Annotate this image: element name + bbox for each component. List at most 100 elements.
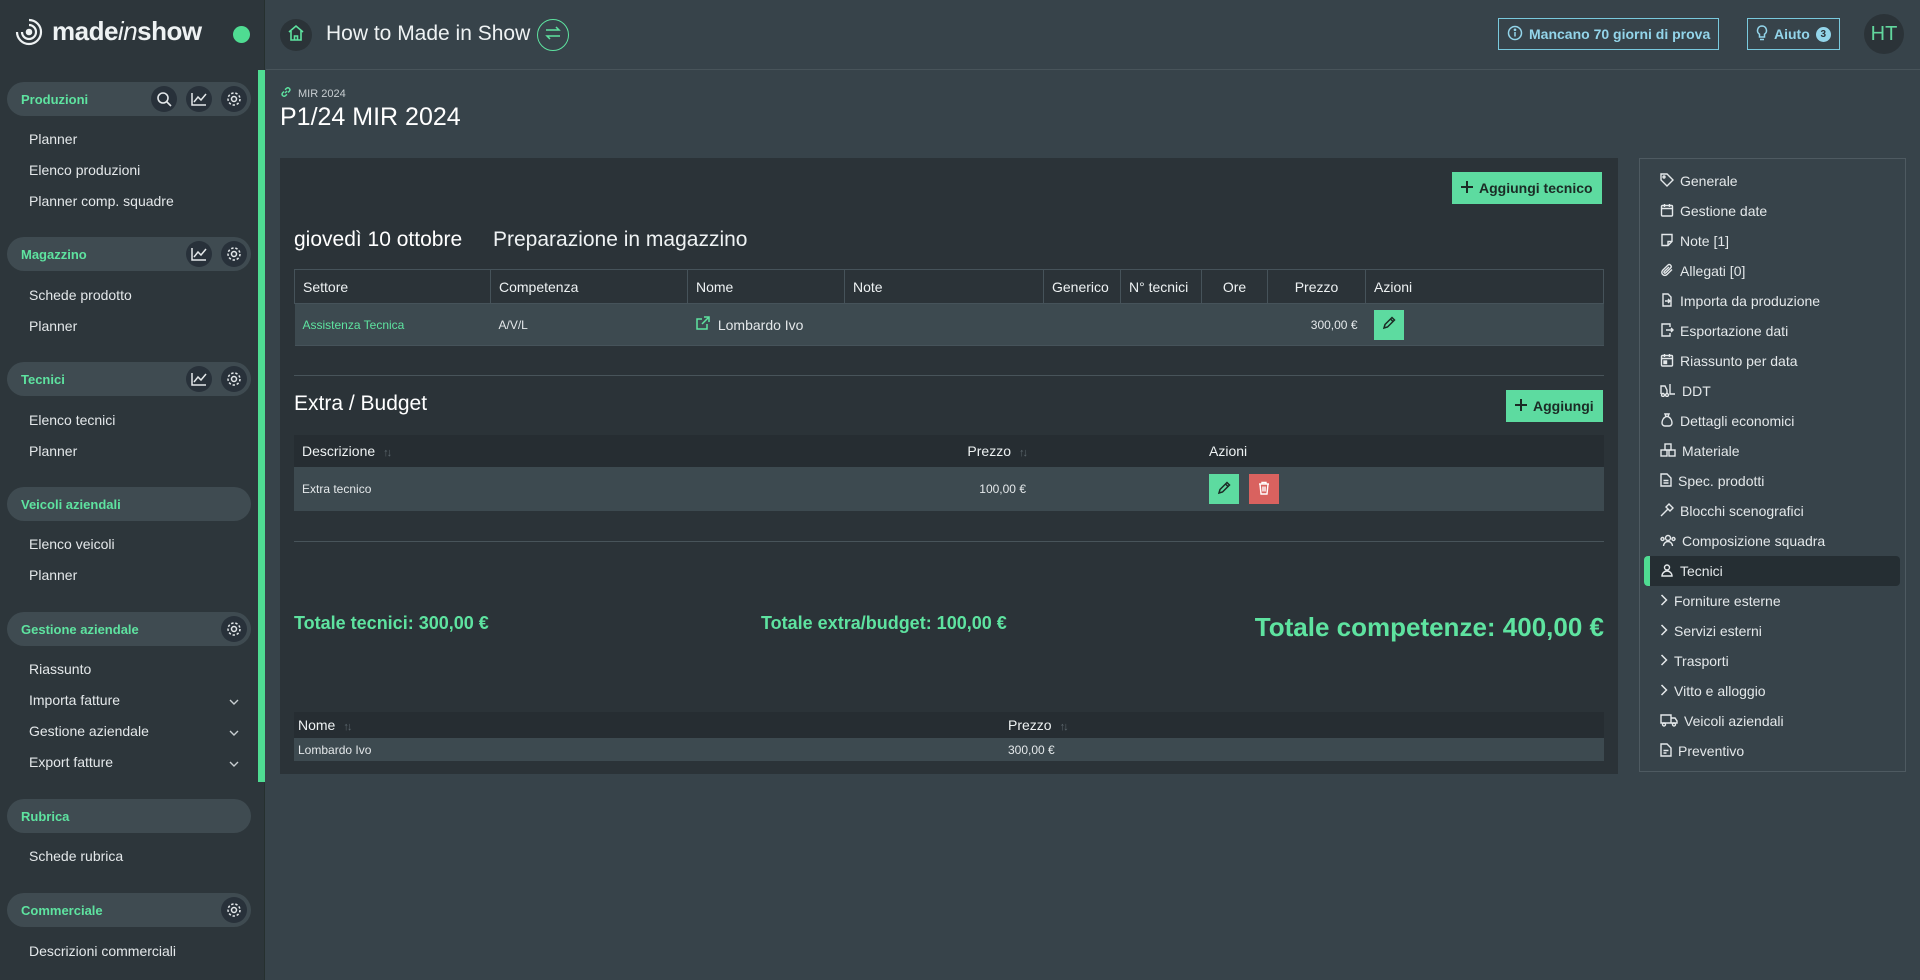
avatar[interactable]: HT	[1864, 14, 1904, 54]
sort-icon[interactable]: ↑↓	[1060, 721, 1069, 733]
sidebar-item-schede-rubrica[interactable]: Schede rubrica	[29, 848, 239, 864]
search-icon[interactable]	[151, 86, 177, 112]
sidebar-group-produzioni[interactable]: Produzioni	[7, 82, 251, 116]
trial-badge[interactable]: Mancano 70 giorni di prova	[1498, 18, 1720, 50]
file-import-icon	[1660, 292, 1674, 310]
rightnav-blocchi-scenografici[interactable]: Blocchi scenografici	[1640, 496, 1905, 526]
rightnav-esportazione-dati[interactable]: Esportazione dati	[1640, 316, 1905, 346]
calendar-event-icon	[1660, 353, 1674, 370]
col-nome[interactable]: Nome	[687, 269, 845, 304]
divider	[294, 541, 1604, 542]
sidebar-group-gestione[interactable]: Gestione aziendale	[7, 612, 251, 646]
cell-nome[interactable]: Lombardo Ivo	[687, 303, 845, 346]
sidebar-group-veicoli[interactable]: Veicoli aziendali	[7, 487, 251, 521]
rightnav-trasporti[interactable]: Trasporti	[1640, 646, 1905, 676]
extra-budget-table: Descrizione ↑↓ Prezzo ↑↓ Azioni Extra tecn…	[294, 435, 1604, 511]
sidebar-item-planner-veicoli[interactable]: Planner	[29, 567, 239, 583]
rightnav-tecnici[interactable]: Tecnici	[1644, 556, 1900, 586]
table-row: Lombardo Ivo 300,00 €	[294, 738, 1604, 761]
rightnav-spec-prodotti[interactable]: Spec. prodotti	[1640, 466, 1905, 496]
rightnav-ddt[interactable]: DDT	[1640, 376, 1905, 406]
sidebar-item-planner-tecnici[interactable]: Planner	[29, 443, 239, 459]
col-nome[interactable]: Nome ↑↓	[294, 712, 1004, 738]
gear-icon[interactable]	[221, 897, 247, 923]
add-technician-button[interactable]: Aggiungi tecnico	[1452, 172, 1602, 204]
sidebar-item-riassunto[interactable]: Riassunto	[29, 661, 239, 677]
trash-icon	[1258, 481, 1270, 498]
cell-settore[interactable]: Assistenza Tecnica	[294, 303, 491, 346]
section-date: giovedì 10 ottobre	[294, 228, 463, 251]
sort-icon[interactable]: ↑↓	[1019, 447, 1028, 459]
gear-icon[interactable]	[221, 241, 247, 267]
section-nav: Generale Gestione date Note [1] Allegati…	[1639, 158, 1906, 772]
boxes-icon	[1660, 442, 1676, 460]
delete-button[interactable]	[1249, 474, 1280, 504]
chart-icon[interactable]	[186, 241, 212, 267]
col-competenza[interactable]: Competenza	[490, 269, 688, 304]
sidebar-group-tecnici[interactable]: Tecnici	[7, 362, 251, 396]
sidebar-item-planner-magazzino[interactable]: Planner	[29, 318, 239, 334]
chart-icon[interactable]	[186, 86, 212, 112]
cell-descrizione: Extra tecnico	[294, 467, 752, 511]
rightnav-importa-da-produzione[interactable]: Importa da produzione	[1640, 286, 1905, 316]
rightnav-riassunto-per-data[interactable]: Riassunto per data	[1640, 346, 1905, 376]
col-note[interactable]: Note	[844, 269, 1044, 304]
forklift-icon	[1660, 383, 1676, 400]
sidebar-item-elenco-tecnici[interactable]: Elenco tecnici	[29, 412, 239, 428]
group-title: Gestione aziendale	[21, 621, 139, 637]
logo[interactable]: madeinshow	[14, 16, 202, 47]
group-title: Magazzino	[21, 246, 87, 262]
edit-button[interactable]	[1373, 309, 1404, 340]
rightnav-dettagli-economici[interactable]: Dettagli economici	[1640, 406, 1905, 436]
gear-icon[interactable]	[221, 616, 247, 642]
switch-production-button[interactable]	[537, 19, 569, 51]
col-settore[interactable]: Settore	[294, 269, 491, 304]
edit-button[interactable]	[1209, 474, 1239, 504]
gear-icon[interactable]	[221, 366, 247, 392]
sidebar-item-planner[interactable]: Planner	[29, 131, 239, 147]
rightnav-allegati[interactable]: Allegati [0]	[1640, 256, 1905, 286]
add-extra-button[interactable]: Aggiungi	[1506, 390, 1603, 422]
rightnav-veicoli-aziendali[interactable]: Veicoli aziendali	[1640, 706, 1905, 736]
external-link-icon[interactable]	[695, 316, 710, 333]
sidebar-item-schede-prodotto[interactable]: Schede prodotto	[29, 287, 239, 303]
home-button[interactable]	[280, 19, 312, 51]
sidebar-group-magazzino[interactable]: Magazzino	[7, 237, 251, 271]
sidebar-item-elenco-veicoli[interactable]: Elenco veicoli	[29, 536, 239, 552]
help-button[interactable]: Aiuto 3	[1747, 18, 1840, 50]
sidebar-item-gestione-aziendale[interactable]: Gestione aziendale	[29, 723, 239, 739]
rightnav-composizione-squadra[interactable]: Composizione squadra	[1640, 526, 1905, 556]
col-generico[interactable]: Generico	[1043, 269, 1121, 304]
gear-icon[interactable]	[221, 86, 247, 112]
rightnav-forniture-esterne[interactable]: Forniture esterne	[1640, 586, 1905, 616]
sidebar-item-elenco-produzioni[interactable]: Elenco produzioni	[29, 162, 239, 178]
sidebar-group-commerciale[interactable]: Commerciale	[7, 893, 251, 927]
logo-text: madeinshow	[52, 16, 202, 46]
rightnav-vitto-e-alloggio[interactable]: Vitto e alloggio	[1640, 676, 1905, 706]
divider	[294, 375, 1604, 376]
rightnav-servizi-esterni[interactable]: Servizi esterni	[1640, 616, 1905, 646]
col-n-tecnici[interactable]: N° tecnici	[1120, 269, 1202, 304]
rightnav-materiale[interactable]: Materiale	[1640, 436, 1905, 466]
sidebar-item-importa-fatture[interactable]: Importa fatture	[29, 692, 239, 708]
sidebar-item-export-fatture[interactable]: Export fatture	[29, 754, 239, 770]
rightnav-generale[interactable]: Generale	[1640, 166, 1905, 196]
col-azioni: Azioni	[1044, 435, 1604, 467]
col-descrizione[interactable]: Descrizione ↑↓	[294, 435, 752, 467]
group-title: Tecnici	[21, 371, 65, 387]
chart-icon[interactable]	[186, 366, 212, 392]
sidebar-item-planner-comp-squadre[interactable]: Planner comp. squadre	[29, 193, 239, 209]
table-row: Extra tecnico 100,00 €	[294, 467, 1604, 511]
sidebar-item-descrizioni-commerciali[interactable]: Descrizioni commerciali	[29, 943, 239, 959]
sort-icon[interactable]: ↑↓	[343, 721, 352, 733]
breadcrumb[interactable]: MIR 2024	[280, 86, 346, 101]
col-ore[interactable]: Ore	[1201, 269, 1268, 304]
rightnav-gestione-date[interactable]: Gestione date	[1640, 196, 1905, 226]
sort-icon[interactable]: ↑↓	[383, 447, 392, 459]
col-prezzo[interactable]: Prezzo ↑↓	[1004, 712, 1604, 738]
col-prezzo[interactable]: Prezzo	[1267, 269, 1366, 304]
sidebar-group-rubrica[interactable]: Rubrica	[7, 799, 251, 833]
rightnav-preventivo[interactable]: Preventivo	[1640, 736, 1905, 766]
rightnav-note[interactable]: Note [1]	[1640, 226, 1905, 256]
col-prezzo[interactable]: Prezzo ↑↓	[752, 435, 1044, 467]
